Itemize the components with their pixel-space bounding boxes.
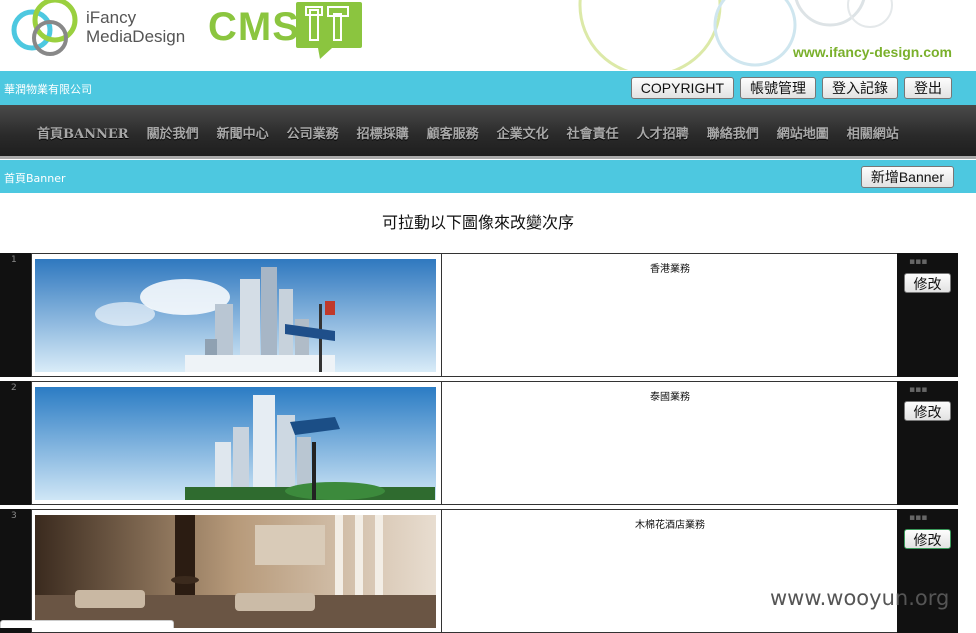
nav-item-careers[interactable]: 人才招聘 <box>637 123 689 142</box>
company-name: 華潤物業有限公司 <box>4 83 92 96</box>
ifancy-logo-icon <box>11 0 78 56</box>
banner-name: 泰國業務 <box>650 392 690 403</box>
banner-name-cell: 香港業務 <box>441 253 899 377</box>
top-actions: COPYRIGHT 帳號管理 登入記錄 登出 <box>630 77 952 99</box>
top-bar: 華潤物業有限公司 COPYRIGHT 帳號管理 登入記錄 登出 <box>0 71 976 105</box>
nav-item-banner[interactable]: 首頁BANNER <box>37 123 129 142</box>
add-banner-button[interactable]: 新增Banner <box>860 166 954 188</box>
header: iFancy MediaDesign CMS www.ifancy-design… <box>0 0 976 70</box>
banner-row[interactable]: 3 木棉花酒店業務 ▪▪▪ 修改 <box>0 509 958 633</box>
order-label: ▪▪▪ <box>909 257 928 267</box>
row-handle[interactable]: 2 <box>0 381 31 505</box>
nav-item-csr[interactable]: 社會責任 <box>567 123 619 142</box>
nav-item-sitemap[interactable]: 網站地圖 <box>777 123 829 142</box>
row-actions: ▪▪▪ 修改 <box>897 381 958 505</box>
banner-image-cell <box>31 509 442 633</box>
banner-name: 木棉花酒店業務 <box>635 520 705 531</box>
nav-item-culture[interactable]: 企業文化 <box>497 123 549 142</box>
logo-line-1: iFancy <box>86 8 137 27</box>
nav-item-contact[interactable]: 聯絡我們 <box>707 123 759 142</box>
tools-icon <box>296 2 362 59</box>
row-handle[interactable]: 1 <box>0 253 31 377</box>
banner-name-cell: 木棉花酒店業務 <box>441 509 899 633</box>
edit-button[interactable]: 修改 <box>904 273 951 293</box>
edit-button[interactable]: 修改 <box>904 529 951 549</box>
copyright-button[interactable]: COPYRIGHT <box>630 77 734 99</box>
nav-item-tender[interactable]: 招標採購 <box>357 123 409 142</box>
banner-row[interactable]: 1 香港業務 ▪▪▪ 修改 <box>0 253 958 377</box>
section-title: 首頁Banner <box>4 172 66 185</box>
order-label: ▪▪▪ <box>909 385 928 395</box>
section-bar: 首頁Banner 新增Banner <box>0 160 976 193</box>
banner-row[interactable]: 2 泰國業務 ▪▪▪ 修改 <box>0 381 958 505</box>
nav-item-news[interactable]: 新聞中心 <box>217 123 269 142</box>
reorder-hint: 可拉動以下圖像來改變次序 <box>381 213 574 232</box>
nav-item-customer-service[interactable]: 顧客服務 <box>427 123 479 142</box>
order-label: ▪▪▪ <box>909 513 928 523</box>
nav-item-business[interactable]: 公司業務 <box>287 123 339 142</box>
logout-button[interactable]: 登出 <box>904 77 952 99</box>
row-actions: ▪▪▪ 修改 <box>897 253 958 377</box>
cms-label: CMS <box>208 5 300 49</box>
edit-button[interactable]: 修改 <box>904 401 951 421</box>
banner-name: 香港業務 <box>650 264 690 275</box>
watermark: www.wooyun.org <box>770 586 950 610</box>
logo-line-2: MediaDesign <box>86 27 186 46</box>
hotel-lobby-banner-icon <box>35 515 436 628</box>
login-records-button[interactable]: 登入記錄 <box>822 77 898 99</box>
banner-image-cell <box>31 253 442 377</box>
main-nav: 首頁BANNER 關於我們 新聞中心 公司業務 招標採購 顧客服務 企業文化 社… <box>0 105 976 159</box>
banner-name-cell: 泰國業務 <box>441 381 899 505</box>
logo-text: iFancy MediaDesign <box>86 8 185 46</box>
row-actions: ▪▪▪ 修改 <box>897 509 958 633</box>
nav-item-about[interactable]: 關於我們 <box>147 123 199 142</box>
hong-kong-skyline-banner-icon <box>35 259 436 372</box>
row-handle[interactable]: 3 <box>0 509 31 633</box>
banner-image-cell <box>31 381 442 505</box>
account-management-button[interactable]: 帳號管理 <box>740 77 816 99</box>
site-url[interactable]: www.ifancy-design.com <box>793 44 952 60</box>
nav-item-related-sites[interactable]: 相關網站 <box>847 123 899 142</box>
thailand-skyline-banner-icon <box>35 387 436 500</box>
